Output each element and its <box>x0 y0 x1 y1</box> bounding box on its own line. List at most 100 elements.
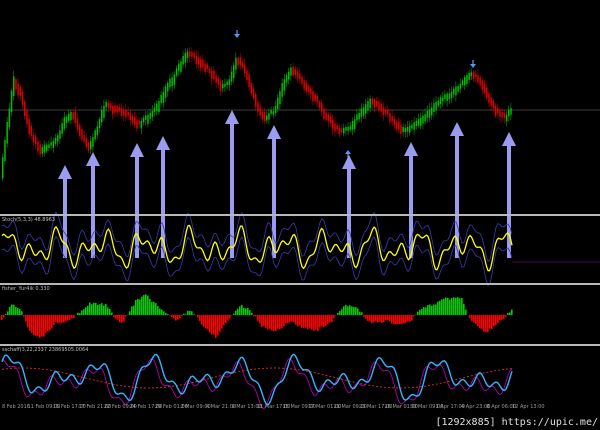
candle <box>50 142 52 146</box>
fisher-bar <box>55 315 57 322</box>
fisher-bar <box>69 315 71 320</box>
fisher-bar <box>343 306 345 315</box>
fisher-bar <box>155 303 157 315</box>
fisher-bar <box>285 315 287 324</box>
candle <box>217 78 220 85</box>
candle <box>387 109 389 115</box>
trading-chart-window: Stoch(5,3,3) 48.8963 fisher_Yur4ik 0.330… <box>0 0 600 430</box>
fisher-bar <box>71 315 73 319</box>
fisher-pane-label: fisher_Yur4ik 0.330 <box>2 286 50 292</box>
fisher-bar <box>261 315 263 328</box>
fisher-bar <box>287 315 289 324</box>
fisher-bar <box>9 306 11 315</box>
fisher-bar <box>169 315 171 316</box>
fisher-bar <box>39 315 41 338</box>
candle <box>158 101 160 113</box>
candle <box>182 55 184 65</box>
candle <box>259 106 261 116</box>
pane-separator-1[interactable] <box>0 214 600 216</box>
fisher-bar <box>33 315 35 336</box>
fisher-bar <box>63 315 65 323</box>
candle <box>59 130 61 139</box>
candle <box>393 118 396 126</box>
candle <box>255 94 257 107</box>
fisher-bar <box>473 315 475 323</box>
candle <box>347 126 349 131</box>
candle <box>191 51 193 57</box>
fisher-bar <box>419 309 421 315</box>
fisher-bar <box>239 306 241 315</box>
candle <box>338 127 341 134</box>
candle <box>215 75 217 83</box>
fisher-bar <box>365 315 367 319</box>
candle <box>186 51 189 59</box>
fisher-bar <box>445 297 447 315</box>
candle <box>24 101 26 117</box>
candle <box>87 142 90 151</box>
candle <box>448 93 451 99</box>
fisher-bar <box>37 315 39 336</box>
fisher-bar <box>391 315 393 324</box>
fisher-bar <box>249 310 251 315</box>
candle <box>32 134 35 143</box>
fisher-bar <box>457 297 459 315</box>
fisher-bar <box>45 315 47 333</box>
fisher-bar <box>379 315 381 322</box>
candle <box>494 105 497 116</box>
candle <box>96 126 99 135</box>
candle <box>508 109 510 117</box>
fisher-bar <box>59 315 61 323</box>
candle <box>164 86 167 98</box>
fisher-bar <box>221 315 223 329</box>
candle <box>206 64 209 70</box>
candle <box>497 107 499 114</box>
candle <box>250 82 253 94</box>
fisher-bar <box>447 297 449 315</box>
fisher-bar <box>499 315 501 321</box>
fisher-bar <box>87 305 89 315</box>
fisher-bar <box>191 311 193 315</box>
candle <box>411 124 413 129</box>
candle <box>153 107 156 113</box>
pane-separator-2[interactable] <box>0 283 600 285</box>
fisher-bar <box>497 315 499 324</box>
fisher-bar <box>471 315 473 321</box>
fisher-bar <box>223 315 225 326</box>
fisher-bar <box>125 315 127 317</box>
watermark: [1292x885] https://upic.me/ <box>435 417 598 428</box>
candle <box>358 112 360 120</box>
fisher-bar <box>131 306 133 315</box>
candle <box>459 84 462 89</box>
candle <box>226 81 228 86</box>
candle <box>142 117 145 123</box>
candle <box>54 137 57 144</box>
candle <box>505 114 508 122</box>
fisher-bar <box>267 315 269 330</box>
fisher-bar <box>455 297 457 315</box>
candle <box>343 127 345 134</box>
candle <box>510 108 512 115</box>
candle <box>437 100 440 106</box>
candle <box>81 128 83 140</box>
fisher-bar <box>99 304 101 315</box>
pane-separator-3[interactable] <box>0 344 600 346</box>
fisher-bar <box>463 303 465 315</box>
candle <box>296 71 299 78</box>
fisher-bar <box>83 309 85 315</box>
candle <box>28 118 30 134</box>
candle <box>241 62 244 68</box>
candle <box>470 72 473 77</box>
candle <box>180 61 182 72</box>
fisher-bar <box>165 313 167 315</box>
candle <box>85 138 88 148</box>
fisher-bar <box>397 315 399 325</box>
candle <box>145 115 147 120</box>
candle <box>90 141 92 150</box>
candle <box>268 113 270 120</box>
candle <box>129 113 132 121</box>
fisher-bar <box>439 300 441 315</box>
fisher-bar <box>275 315 277 332</box>
fisher-bar <box>11 304 13 315</box>
fisher-bar <box>313 315 315 331</box>
candle <box>365 104 367 114</box>
